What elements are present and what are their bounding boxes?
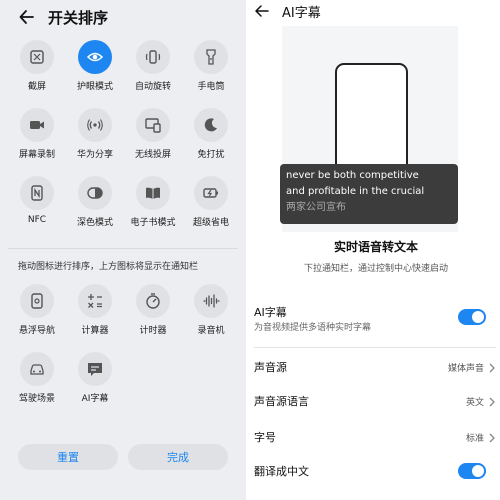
- tile-dark-mode[interactable]: 深色模式: [69, 176, 121, 228]
- page-title: AI字幕: [282, 6, 321, 21]
- setting-sound-source-language[interactable]: 声音源语言 英文: [252, 392, 500, 412]
- setting-sound-source[interactable]: 声音源 媒体声音: [252, 358, 500, 378]
- subtitle-icon: [88, 363, 102, 376]
- flashlight-icon: [206, 49, 216, 65]
- car-icon: [30, 364, 44, 375]
- tile-wireless-projection[interactable]: 无线投屏: [127, 108, 179, 160]
- caption-text-en-1: never be both competitive: [286, 170, 419, 181]
- left-header: 开关排序: [0, 0, 246, 34]
- rotate-icon: [145, 50, 161, 64]
- chevron-right-icon: [489, 363, 495, 373]
- tile-label: 电子书模式: [130, 218, 176, 228]
- tile-auto-rotate[interactable]: 自动旋转: [127, 40, 179, 92]
- sort-hint: 拖动图标进行排序，上方图标将显示在通知栏: [18, 262, 199, 272]
- reset-button[interactable]: 重置: [18, 444, 118, 470]
- battery-saver-icon: [203, 188, 218, 198]
- divider: [254, 347, 496, 348]
- tile-label: 驾驶场景: [18, 394, 55, 404]
- tile-screenshot[interactable]: 截屏: [11, 40, 63, 92]
- tile-label: 计算器: [81, 326, 109, 336]
- tile-huawei-share[interactable]: 华为分享: [69, 108, 121, 160]
- eye-icon: [86, 52, 104, 62]
- tile-calculator[interactable]: 计算器: [69, 284, 121, 336]
- tile-driving-scene[interactable]: 驾驶场景: [11, 352, 63, 404]
- setting-value: 标准: [465, 434, 484, 444]
- tile-sort-panel: 开关排序 截屏 护眼模式 自动旋转 手电筒 屏幕录制 华为分享 无线投屏 免打扰…: [0, 0, 246, 500]
- setting-label: AI字幕: [254, 306, 287, 319]
- tile-label: 超级省电: [192, 218, 229, 228]
- screenshot-icon: [30, 50, 44, 64]
- setting-description: 为音视频提供多语种实时字幕: [254, 323, 372, 333]
- dark-mode-icon: [87, 187, 103, 199]
- feature-title: 实时语音转文本: [333, 240, 418, 254]
- tile-timer[interactable]: 计时器: [127, 284, 179, 336]
- tile-label: 免打扰: [197, 150, 225, 160]
- setting-label: 字号: [254, 431, 276, 444]
- recorder-icon: [203, 294, 220, 308]
- tile-screen-record[interactable]: 屏幕录制: [11, 108, 63, 160]
- tile-recorder[interactable]: 录音机: [185, 284, 237, 336]
- tile-label: 屏幕录制: [18, 150, 55, 160]
- feature-subtitle: 下拉通知栏，通过控制中心快速启动: [303, 264, 448, 274]
- tile-label: 深色模式: [76, 218, 113, 228]
- setting-label: 翻译成中文: [254, 465, 309, 478]
- tile-eye-comfort[interactable]: 护眼模式: [69, 40, 121, 92]
- tile-label: AI字幕: [81, 394, 109, 404]
- tile-label: 手电筒: [197, 82, 225, 92]
- tile-label: NFC: [27, 215, 47, 225]
- chevron-right-icon: [489, 397, 495, 407]
- back-arrow-icon[interactable]: [18, 8, 36, 26]
- screen-record-icon: [30, 121, 44, 129]
- ai-subtitle-toggle[interactable]: [458, 309, 486, 325]
- setting-label: 声音源: [254, 361, 287, 374]
- tile-label: 华为分享: [76, 150, 113, 160]
- timer-icon: [146, 293, 160, 309]
- page-title: 开关排序: [48, 9, 109, 27]
- caption-text-cn: 两家公司宣布: [286, 202, 346, 213]
- tile-label: 无线投屏: [134, 150, 171, 160]
- tile-super-power-saving[interactable]: 超级省电: [185, 176, 237, 228]
- setting-ai-subtitle[interactable]: AI字幕 为音视频提供多语种实时字幕: [252, 304, 500, 340]
- setting-label: 声音源语言: [254, 395, 309, 408]
- share-signal-icon: [87, 119, 103, 131]
- setting-value: 英文: [465, 398, 484, 408]
- tile-do-not-disturb[interactable]: 免打扰: [185, 108, 237, 160]
- setting-font-size[interactable]: 字号 标准: [252, 428, 500, 448]
- tile-label: 录音机: [197, 326, 225, 336]
- setting-value: 媒体声音: [447, 364, 484, 374]
- moon-icon: [204, 118, 217, 132]
- tile-floating-nav[interactable]: 悬浮导航: [11, 284, 63, 336]
- calculator-icon: [88, 294, 102, 308]
- book-icon: [146, 187, 160, 199]
- tile-flashlight[interactable]: 手电筒: [185, 40, 237, 92]
- wireless-projection-icon: [145, 118, 161, 133]
- caption-text-en-2: and profitable in the crucial: [286, 186, 425, 197]
- chevron-right-icon: [489, 433, 495, 443]
- floating-nav-icon: [31, 293, 43, 309]
- tile-ebook-mode[interactable]: 电子书模式: [127, 176, 179, 228]
- tile-label: 护眼模式: [76, 82, 113, 92]
- tile-label: 计时器: [139, 326, 167, 336]
- setting-translate-chinese[interactable]: 翻译成中文: [252, 462, 500, 484]
- done-button[interactable]: 完成: [128, 444, 228, 470]
- tile-label: 截屏: [27, 82, 46, 92]
- tile-label: 自动旋转: [134, 82, 171, 92]
- back-arrow-icon[interactable]: [254, 3, 270, 19]
- caption-preview: never be both competitive and profitable…: [280, 164, 458, 224]
- divider: [8, 248, 238, 249]
- tile-nfc[interactable]: NFC: [11, 176, 63, 225]
- ai-subtitle-settings-panel: AI字幕 never be both competitive and profi…: [252, 0, 500, 500]
- translate-toggle[interactable]: [458, 463, 486, 479]
- tile-ai-subtitle[interactable]: AI字幕: [69, 352, 121, 404]
- tile-label: 悬浮导航: [18, 326, 55, 336]
- nfc-icon: [31, 185, 43, 201]
